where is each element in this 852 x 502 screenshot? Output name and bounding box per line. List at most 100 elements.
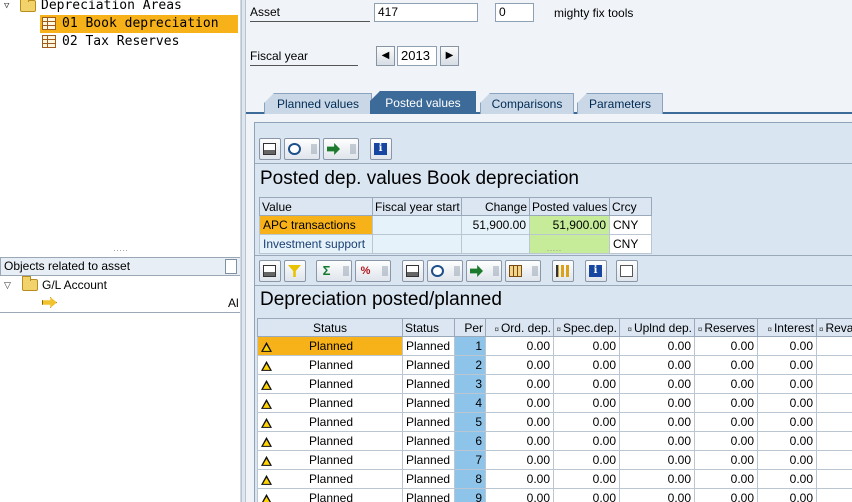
revaluation-cell[interactable]: 0.00 xyxy=(816,374,852,394)
unplanned-dep-cell[interactable]: 0.00 xyxy=(619,336,695,356)
graphic-button[interactable] xyxy=(552,260,574,282)
reserves-cell[interactable]: 0.00 xyxy=(694,431,758,451)
fiscal-year-start-cell[interactable] xyxy=(372,215,462,235)
unplanned-dep-cell[interactable]: 0.00 xyxy=(619,355,695,375)
reserves-cell[interactable]: 0.00 xyxy=(694,412,758,432)
info-button[interactable]: i xyxy=(370,138,392,160)
special-dep-cell[interactable]: 0.00 xyxy=(553,469,620,489)
column-header[interactable]: Crcy xyxy=(609,197,652,216)
value-cell[interactable]: APC transactions xyxy=(259,215,373,235)
tree-root-depreciation-areas[interactable]: ▽ Depreciation Areas xyxy=(0,0,240,15)
fiscal-year-field[interactable]: 2013 xyxy=(397,46,437,66)
interest-cell[interactable]: 0.00 xyxy=(757,355,817,375)
asset-subnumber-field[interactable]: 0 xyxy=(495,3,534,22)
reserves-cell[interactable]: 0.00 xyxy=(694,393,758,413)
tab-comparisons[interactable]: Comparisons xyxy=(480,93,574,114)
interest-cell[interactable]: 0.00 xyxy=(757,412,817,432)
column-header[interactable]: Value xyxy=(259,197,373,216)
ordinary-dep-cell[interactable]: 0.00 xyxy=(485,488,554,502)
status-text-cell[interactable]: Planned xyxy=(402,469,455,489)
change-cell[interactable]: 51,900.00 xyxy=(461,215,530,235)
ordinary-dep-cell[interactable]: 0.00 xyxy=(485,336,554,356)
tab-posted-values[interactable]: Posted values xyxy=(370,91,476,114)
next-year-button[interactable]: ▶ xyxy=(440,46,459,66)
detail-button[interactable] xyxy=(259,260,281,282)
special-dep-cell[interactable]: 0.00 xyxy=(553,355,620,375)
column-header[interactable]: Status xyxy=(257,318,403,337)
status-text-cell[interactable]: Planned xyxy=(402,393,455,413)
period-cell[interactable]: 9 xyxy=(454,488,486,502)
table-row[interactable]: PlannedPlanned60.000.000.000.000.000.00 xyxy=(257,431,852,451)
pane-resize-handle[interactable]: ····· xyxy=(0,246,240,255)
period-cell[interactable]: 6 xyxy=(454,431,486,451)
unplanned-dep-cell[interactable]: 0.00 xyxy=(619,412,695,432)
info-button[interactable]: i xyxy=(585,260,607,282)
revaluation-cell[interactable]: 0.00 xyxy=(816,469,852,489)
reserves-cell[interactable]: 0.00 xyxy=(694,488,758,502)
ordinary-dep-cell[interactable]: 0.00 xyxy=(485,431,554,451)
reserves-cell[interactable]: 0.00 xyxy=(694,469,758,489)
column-header[interactable]: ¤ Reva xyxy=(816,318,852,337)
special-dep-cell[interactable]: 0.00 xyxy=(553,374,620,394)
revaluation-cell[interactable]: 0.00 xyxy=(816,393,852,413)
column-header[interactable]: Posted values xyxy=(529,197,610,216)
interest-cell[interactable]: 0.00 xyxy=(757,488,817,502)
table-row[interactable]: PlannedPlanned30.000.000.000.000.000.00 xyxy=(257,374,852,394)
revaluation-cell[interactable]: 0.00 xyxy=(816,336,852,356)
status-text-cell[interactable]: Planned xyxy=(402,336,455,356)
interest-cell[interactable]: 0.00 xyxy=(757,336,817,356)
status-cell[interactable]: Planned xyxy=(257,374,403,394)
special-dep-cell[interactable]: 0.00 xyxy=(553,336,620,356)
ordinary-dep-cell[interactable]: 0.00 xyxy=(485,450,554,470)
export-button[interactable] xyxy=(323,138,359,160)
status-text-cell[interactable]: Planned xyxy=(402,431,455,451)
period-cell[interactable]: 5 xyxy=(454,412,486,432)
collapse-icon[interactable]: ▽ xyxy=(4,1,14,11)
filter-button[interactable] xyxy=(284,260,306,282)
tree-item-tax-reserves[interactable]: 02 Tax Reserves xyxy=(40,33,238,51)
view-button[interactable] xyxy=(616,260,638,282)
status-text-cell[interactable]: Planned xyxy=(402,412,455,432)
section-resize-handle[interactable]: ····· xyxy=(255,246,852,255)
special-dep-cell[interactable]: 0.00 xyxy=(553,393,620,413)
table-row[interactable]: PlannedPlanned90.000.000.000.000.000.00 xyxy=(257,488,852,502)
status-cell[interactable]: Planned xyxy=(257,450,403,470)
column-header[interactable]: ¤ Ord. dep. xyxy=(485,318,554,337)
table-row[interactable]: PlannedPlanned80.000.000.000.000.000.00 xyxy=(257,469,852,489)
table-row[interactable]: PlannedPlanned50.000.000.000.000.000.00 xyxy=(257,412,852,432)
revaluation-cell[interactable]: 0.00 xyxy=(816,355,852,375)
ordinary-dep-cell[interactable]: 0.00 xyxy=(485,412,554,432)
tab-parameters[interactable]: Parameters xyxy=(577,93,663,114)
header-toggle-icon[interactable] xyxy=(225,259,237,274)
revaluation-cell[interactable]: 0.00 xyxy=(816,431,852,451)
column-header[interactable]: Status xyxy=(402,318,455,337)
table-row[interactable]: PlannedPlanned10.000.000.000.000.000.00 xyxy=(257,336,852,356)
period-cell[interactable]: 3 xyxy=(454,374,486,394)
posted-cell[interactable]: 51,900.00 xyxy=(529,215,610,235)
reserves-cell[interactable]: 0.00 xyxy=(694,355,758,375)
ordinary-dep-cell[interactable]: 0.00 xyxy=(485,374,554,394)
tree-item-book-depreciation[interactable]: 01 Book depreciation xyxy=(40,15,238,33)
interest-cell[interactable]: 0.00 xyxy=(757,393,817,413)
unplanned-dep-cell[interactable]: 0.00 xyxy=(619,374,695,394)
column-header[interactable]: Change xyxy=(461,197,530,216)
status-cell[interactable]: Planned xyxy=(257,488,403,502)
interest-cell[interactable]: 0.00 xyxy=(757,431,817,451)
interest-cell[interactable]: 0.00 xyxy=(757,469,817,489)
reserves-cell[interactable]: 0.00 xyxy=(694,374,758,394)
period-cell[interactable]: 7 xyxy=(454,450,486,470)
special-dep-cell[interactable]: 0.00 xyxy=(553,488,620,502)
find-button[interactable] xyxy=(284,138,320,160)
unplanned-dep-cell[interactable]: 0.00 xyxy=(619,450,695,470)
column-header[interactable]: Fiscal year start xyxy=(372,197,462,216)
status-cell[interactable]: Planned xyxy=(257,469,403,489)
currency-cell[interactable]: CNY xyxy=(609,215,652,235)
reserves-cell[interactable]: 0.00 xyxy=(694,336,758,356)
period-cell[interactable]: 4 xyxy=(454,393,486,413)
status-text-cell[interactable]: Planned xyxy=(402,374,455,394)
revaluation-cell[interactable]: 0.00 xyxy=(816,412,852,432)
sum-button[interactable]: Σ xyxy=(316,260,352,282)
period-cell[interactable]: 1 xyxy=(454,336,486,356)
tab-planned-values[interactable]: Planned values xyxy=(264,93,372,114)
unplanned-dep-cell[interactable]: 0.00 xyxy=(619,393,695,413)
